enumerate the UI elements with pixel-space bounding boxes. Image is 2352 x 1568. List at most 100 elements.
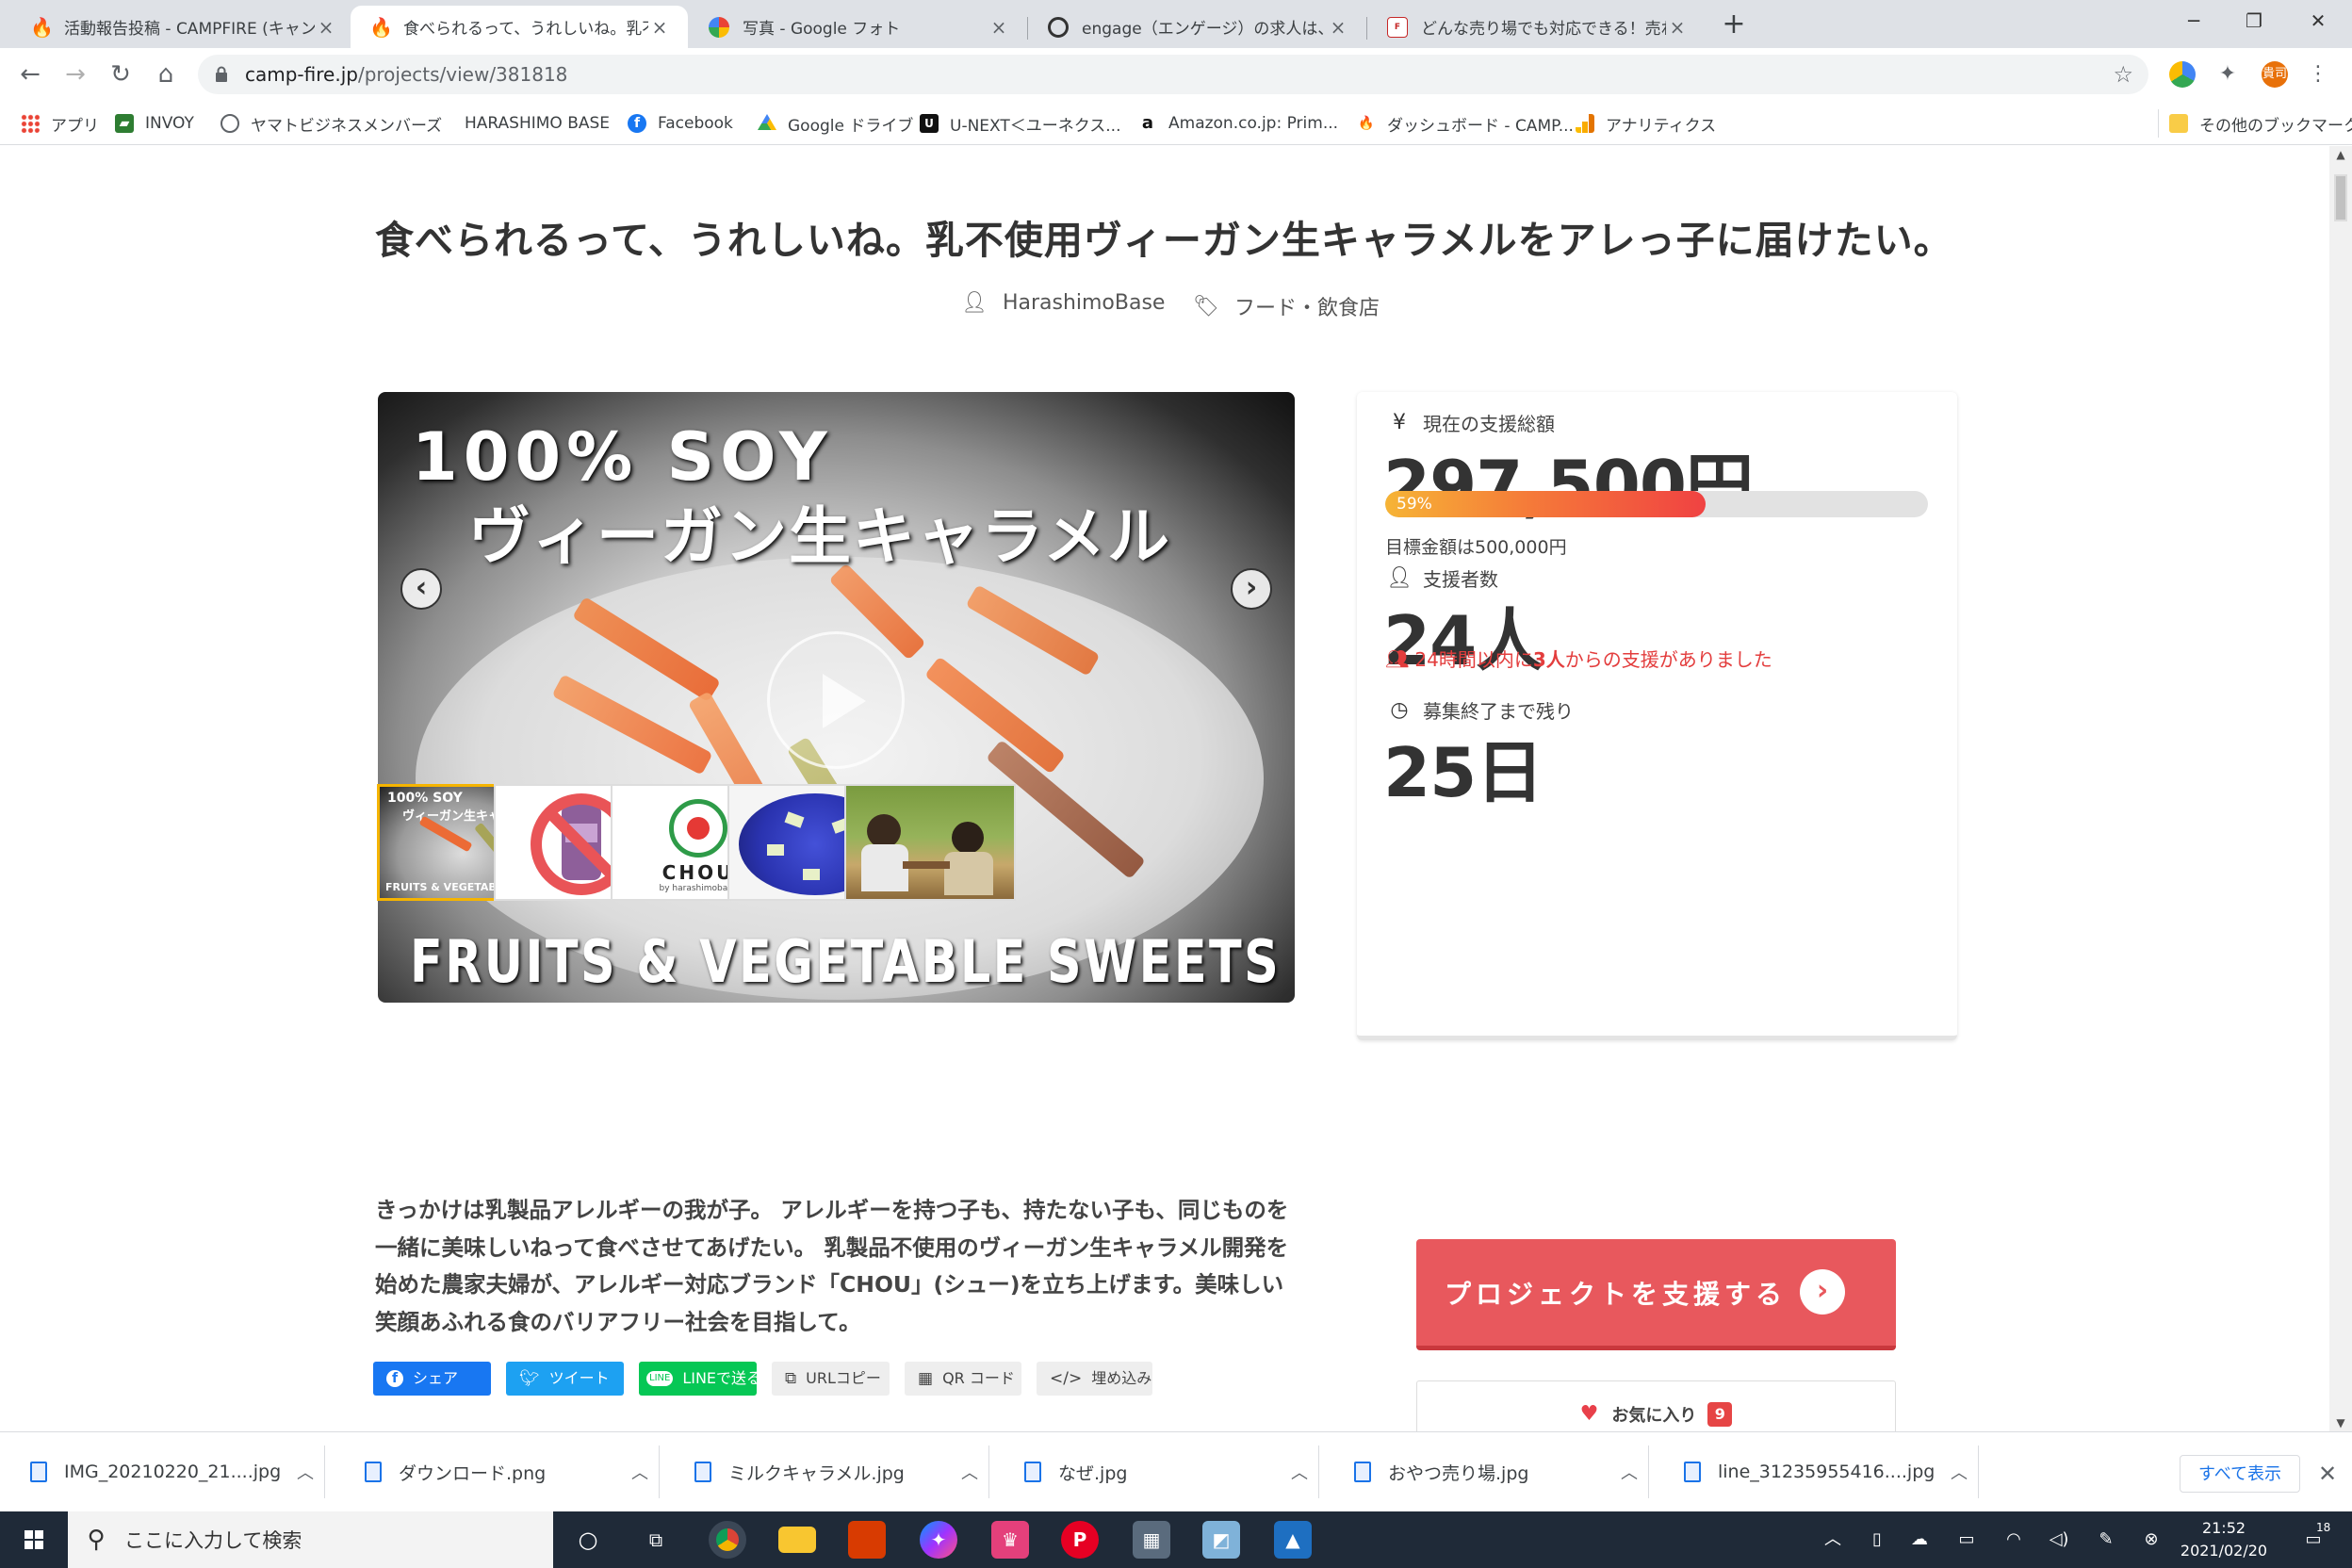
address-bar[interactable]: camp-fire.jp/projects/view/381818 ☆ <box>198 55 2148 94</box>
chevron-up-icon[interactable]: ︿ <box>1610 1460 1648 1484</box>
new-tab-button[interactable]: + <box>1717 8 1751 41</box>
download-item[interactable]: おやつ売り場.jpg ︿ <box>1324 1446 1649 1498</box>
close-window-icon[interactable]: ✕ <box>2284 0 2352 41</box>
thumbnail-family-photo[interactable] <box>844 784 1016 901</box>
favorite-button[interactable]: ♥ お気に入り 9 <box>1416 1380 1896 1431</box>
chevron-up-icon[interactable]: ︿ <box>286 1460 324 1484</box>
extensions-puzzle-icon[interactable]: ✦ <box>2214 61 2241 88</box>
tab-project-page[interactable]: 🔥 食べられるって、うれしいね。乳不使用 × <box>351 6 688 48</box>
bookmark-yamato[interactable]: ヤマトビジネスメンバーズ <box>220 102 442 145</box>
scroll-up-icon[interactable]: ▲ <box>2329 148 2352 161</box>
tray-phone-icon[interactable]: ▯ <box>1861 1511 1893 1568</box>
close-downloads-icon[interactable]: ✕ <box>2309 1455 2346 1493</box>
tab-engage[interactable]: engage（エンゲージ）の求人は、な × <box>1029 6 1366 48</box>
tab-campfire-report[interactable]: 🔥 活動報告投稿 - CAMPFIRE (キャン × <box>11 6 354 48</box>
tab-sales-floor[interactable]: F どんな売り場でも対応できる！売れる × <box>1368 6 1706 48</box>
project-owner[interactable]: 👤︎ HarashimoBase <box>961 291 1165 315</box>
office-icon[interactable] <box>848 1521 886 1559</box>
notification-count: 18 <box>2316 1521 2331 1534</box>
owner-name: HarashimoBase <box>1002 291 1166 315</box>
show-all-downloads-button[interactable]: すべて表示 <box>2180 1455 2300 1493</box>
close-tab-icon[interactable]: × <box>1666 16 1689 39</box>
next-slide-icon[interactable]: › <box>1231 568 1272 610</box>
tab-title: engage（エンゲージ）の求人は、な <box>1082 20 1327 39</box>
chevron-up-icon[interactable]: ︿ <box>951 1460 988 1484</box>
bookmark-google-drive[interactable]: Google ドライブ <box>758 102 913 145</box>
bookmark-star-icon[interactable]: ☆ <box>2113 55 2133 94</box>
bookmark-campfire-dashboard[interactable]: 🔥 ダッシュボード - CAMP... <box>1357 102 1574 145</box>
campfire-flame-icon: 🔥 <box>1358 116 1375 131</box>
minimize-icon[interactable]: ─ <box>2160 0 2228 41</box>
restore-icon[interactable]: ❐ <box>2220 0 2288 41</box>
taskbar-clock[interactable]: 21:52 2021/02/20 <box>2167 1517 2280 1562</box>
url-copy-button[interactable]: ⧉ URLコピー <box>772 1362 890 1396</box>
download-item[interactable]: line_31235955416....jpg ︿ <box>1654 1446 1979 1498</box>
close-tab-icon[interactable]: × <box>315 16 337 39</box>
onedrive-icon[interactable]: ☁ <box>1903 1511 1936 1568</box>
photos-app-icon[interactable]: ▲ <box>1274 1521 1312 1559</box>
prev-slide-icon[interactable]: ‹ <box>400 568 442 610</box>
app-icon[interactable]: ◩ <box>1202 1521 1240 1559</box>
profile-avatar[interactable]: 貴司 <box>2262 61 2288 88</box>
qr-code-button[interactable]: ▦ QR コード <box>905 1362 1021 1396</box>
notification-center[interactable]: ▭ 18 <box>2290 1511 2337 1568</box>
recent-support-notice: 👥︎ 24時間以内に 3人 からの支援がありました <box>1385 645 1772 672</box>
line-send-button[interactable]: LINE LINEで送る <box>639 1362 761 1396</box>
hero-video[interactable]: 100% SOY ヴィーガン生キャラメル FRUITS & VEGETABLE … <box>378 392 1295 1003</box>
download-item[interactable]: なぜ.jpg ︿ <box>994 1446 1319 1498</box>
bookmark-amazon[interactable]: a Amazon.co.jp: Prim... <box>1138 102 1338 145</box>
volume-icon[interactable]: ◁) <box>2043 1511 2075 1568</box>
windows-start-icon[interactable] <box>11 1521 57 1559</box>
tab-google-photos[interactable]: 写真 - Google フォト × <box>690 6 1027 48</box>
close-tab-icon[interactable]: × <box>988 16 1010 39</box>
scrollbar-thumb[interactable] <box>2334 174 2347 221</box>
play-button-icon[interactable] <box>767 631 905 769</box>
tray-close-icon[interactable]: ⊗ <box>2135 1511 2167 1568</box>
amazon-icon: a <box>1141 113 1154 133</box>
calculator-icon[interactable]: ▦ <box>1133 1521 1170 1559</box>
bookmark-analytics[interactable]: アナリティクス <box>1576 102 1716 145</box>
file-explorer-icon[interactable] <box>778 1527 816 1553</box>
taskbar-search-box[interactable]: ⚲ ここに入力して検索 <box>68 1511 553 1568</box>
close-tab-icon[interactable]: × <box>1327 16 1349 39</box>
wifi-icon[interactable]: ◠ <box>1998 1511 2030 1568</box>
pinterest-icon[interactable]: P <box>1061 1521 1099 1559</box>
bookmark-apps[interactable]: アプリ <box>21 102 99 145</box>
download-item[interactable]: ダウンロード.png ︿ <box>335 1446 660 1498</box>
task-view-icon[interactable]: ⧉ <box>637 1521 675 1559</box>
chevron-up-icon[interactable]: ︿ <box>1281 1460 1318 1484</box>
app-icon[interactable]: ♛ <box>991 1521 1029 1559</box>
page-scrollbar[interactable]: ▲ ▼ <box>2329 146 2352 1431</box>
chevron-up-icon[interactable]: ︿ <box>621 1460 659 1484</box>
bookmark-facebook[interactable]: f Facebook <box>628 102 733 145</box>
embed-button[interactable]: </> 埋め込み <box>1037 1362 1152 1396</box>
invoy-icon: ▰ <box>115 114 134 133</box>
forward-arrow-icon[interactable]: → <box>57 56 94 93</box>
cortana-icon[interactable]: ○ <box>569 1521 607 1559</box>
bookmark-unext[interactable]: U U-NEXT＜ユーネクス... <box>920 102 1120 145</box>
chrome-icon[interactable] <box>709 1521 746 1559</box>
tray-chevron-icon[interactable]: ︿ <box>1819 1511 1847 1568</box>
home-icon[interactable]: ⌂ <box>147 56 185 93</box>
google-extension-icon[interactable] <box>2169 61 2196 88</box>
bookmark-invoy[interactable]: ▰ INVOY <box>115 102 194 145</box>
bookmark-other-folder[interactable]: その他のブックマーク <box>2169 102 2352 145</box>
download-item[interactable]: IMG_20210220_21....jpg ︿ <box>0 1446 325 1498</box>
facebook-share-button[interactable]: f シェア <box>373 1362 491 1396</box>
chevron-up-icon[interactable]: ︿ <box>1940 1460 1978 1484</box>
pen-icon[interactable]: ✎ <box>2090 1511 2122 1568</box>
bookmark-harashimo-base[interactable]: HARASHIMO BASE <box>465 102 610 145</box>
twitter-tweet-button[interactable]: 🐦︎ ツイート <box>506 1362 624 1396</box>
messenger-icon[interactable]: ✦ <box>920 1521 957 1559</box>
scroll-down-icon[interactable]: ▼ <box>2329 1416 2352 1429</box>
project-category[interactable]: 🏷︎ フード・飲食店 <box>1193 291 1380 321</box>
browser-menu-icon[interactable]: ⋮ <box>2305 61 2331 88</box>
unext-icon: U <box>920 114 939 133</box>
clock-date: 2021/02/20 <box>2180 1542 2268 1560</box>
battery-icon[interactable]: ▭ <box>1951 1511 1983 1568</box>
close-tab-icon[interactable]: × <box>648 16 671 39</box>
support-project-button[interactable]: プロジェクトを支援する › <box>1416 1239 1896 1350</box>
reload-icon[interactable]: ↻ <box>102 56 139 93</box>
download-item[interactable]: ミルクキャラメル.jpg ︿ <box>664 1446 989 1498</box>
back-arrow-icon[interactable]: ← <box>11 56 49 93</box>
